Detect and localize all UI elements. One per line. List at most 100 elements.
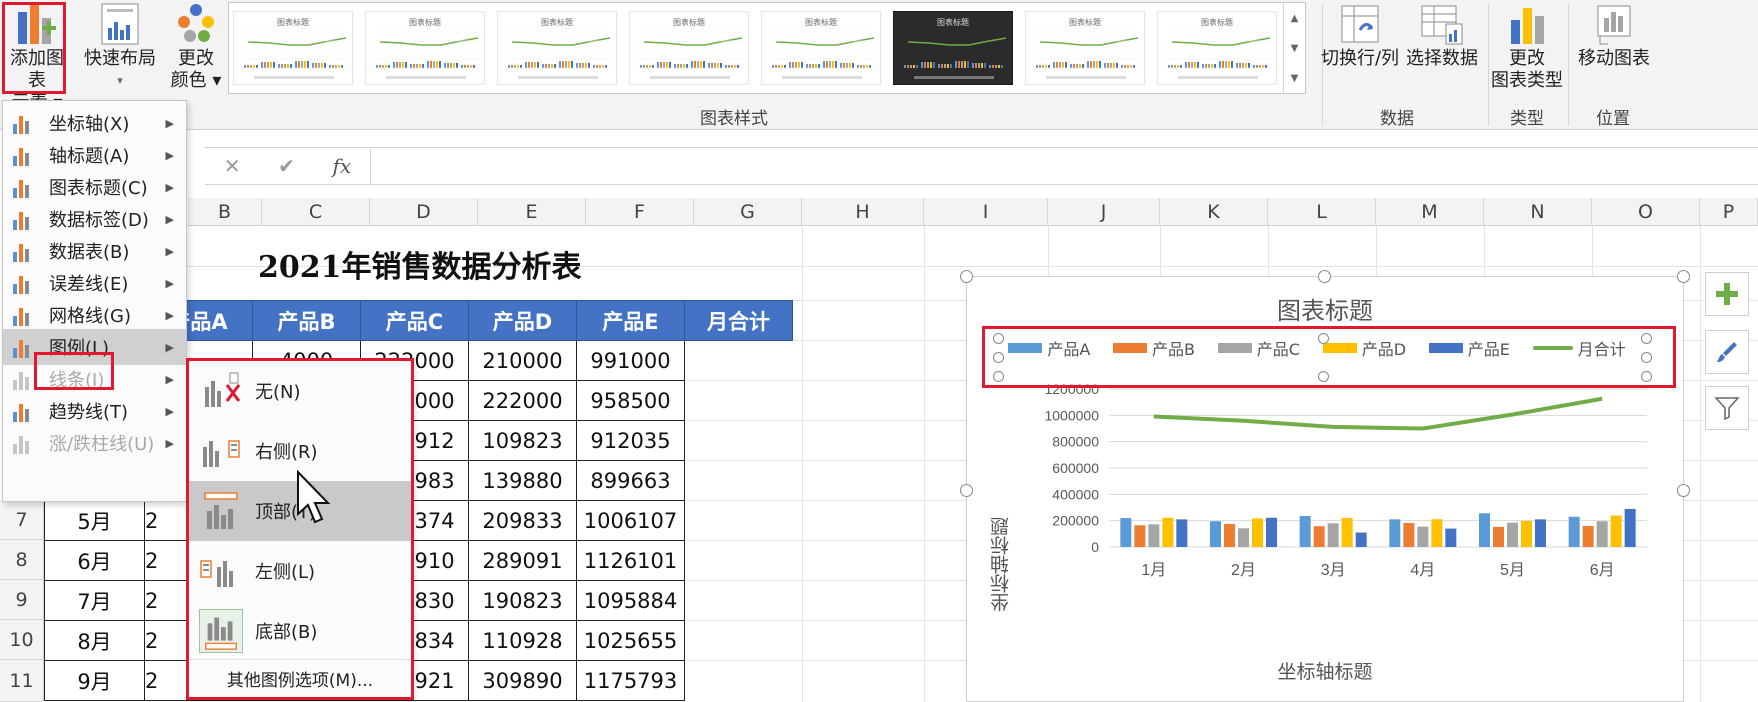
chart-style-3[interactable]: 图表标题	[497, 11, 617, 85]
insert-function-icon[interactable]: fx	[333, 154, 352, 178]
table-header-cell[interactable]: 产品C	[360, 300, 469, 341]
enter-icon[interactable]: ✔	[278, 154, 295, 178]
menu-item[interactable]: 轴标题(A) ▶	[3, 137, 186, 173]
table-cell[interactable]: 1025655	[576, 620, 685, 661]
table-cell[interactable]: 6月	[44, 540, 145, 581]
bar[interactable]	[1521, 520, 1532, 547]
table-cell[interactable]: 309890	[468, 660, 577, 701]
bar[interactable]	[1417, 526, 1429, 547]
cancel-icon[interactable]: ✕	[224, 154, 241, 178]
row-header[interactable]: 10	[0, 620, 44, 660]
bar[interactable]	[1582, 525, 1594, 547]
table-cell[interactable]: 222000	[468, 380, 577, 421]
x-axis-title[interactable]: 坐标轴标题	[967, 657, 1683, 684]
table-cell[interactable]: 210000	[468, 340, 577, 381]
table-cell[interactable]: 190823	[468, 580, 577, 621]
bar[interactable]	[1341, 517, 1353, 547]
bar[interactable]	[1162, 517, 1174, 547]
legend-resize-handle[interactable]	[1641, 371, 1652, 382]
switch-row-column-button[interactable]: 切换行/列	[1318, 0, 1402, 70]
bar[interactable]	[1507, 522, 1518, 547]
column-header[interactable]: N	[1484, 198, 1592, 226]
column-header[interactable]: G	[694, 198, 802, 226]
bar[interactable]	[1327, 523, 1339, 547]
y-axis-title[interactable]: 坐标轴标题	[987, 517, 1014, 612]
bar[interactable]	[1445, 528, 1457, 547]
chart-style-4[interactable]: 图表标题	[629, 11, 749, 85]
bar[interactable]	[1389, 519, 1401, 547]
bar[interactable]	[1224, 523, 1235, 547]
row-header[interactable]: 11	[0, 660, 44, 702]
bar[interactable]	[1535, 519, 1546, 547]
column-header[interactable]: D	[370, 198, 478, 226]
bar[interactable]	[1252, 518, 1263, 547]
table-cell[interactable]: 139880	[468, 460, 577, 501]
chart-style-7[interactable]: 图表标题	[1025, 11, 1145, 85]
legend-resize-handle[interactable]	[1641, 333, 1652, 344]
menu-item[interactable]: 误差线(E) ▶	[3, 265, 186, 301]
menu-item[interactable]: 坐标轴(X) ▶	[3, 105, 186, 141]
chart-resize-handle[interactable]	[1677, 484, 1690, 497]
column-header[interactable]: F	[586, 198, 694, 226]
legend-option-left[interactable]: 左侧(L)	[189, 541, 411, 601]
column-header[interactable]: O	[1592, 198, 1700, 226]
legend-resize-handle[interactable]	[1318, 333, 1329, 344]
column-header[interactable]: K	[1160, 198, 1268, 226]
bar[interactable]	[1299, 515, 1311, 547]
bar[interactable]	[1313, 526, 1325, 547]
table-cell[interactable]: 912035	[576, 420, 685, 461]
change-chart-type-button[interactable]: 更改 图表类型	[1488, 0, 1566, 92]
column-header[interactable]: M	[1376, 198, 1484, 226]
add-chart-element-button[interactable]: 添加图表 元素 ▾	[2, 0, 72, 114]
menu-item[interactable]: 线条(I) ▶	[3, 361, 186, 397]
bar[interactable]	[1238, 528, 1249, 547]
table-cell[interactable]: 7月	[44, 580, 145, 621]
bar[interactable]	[1210, 521, 1221, 547]
column-header[interactable]: L	[1268, 198, 1376, 226]
row-header[interactable]: 7	[0, 500, 44, 540]
gallery-down-icon[interactable]: ▼	[1291, 43, 1299, 54]
chart-style-1[interactable]: 图表标题	[233, 11, 353, 85]
chart-style-5[interactable]: 图表标题	[761, 11, 881, 85]
column-header[interactable]: E	[478, 198, 586, 226]
chart-resize-handle[interactable]	[1677, 270, 1690, 283]
move-chart-button[interactable]: 移动图表	[1572, 0, 1656, 70]
select-data-button[interactable]: 选择数据	[1400, 0, 1484, 70]
table-header-cell[interactable]: 月合计	[684, 300, 793, 341]
table-cell[interactable]: 991000	[576, 340, 685, 381]
bar[interactable]	[1479, 513, 1490, 547]
menu-item[interactable]: 趋势线(T) ▶	[3, 393, 186, 429]
table-cell[interactable]: 110928	[468, 620, 577, 661]
table-cell[interactable]: 1126101	[576, 540, 685, 581]
legend-resize-handle[interactable]	[993, 371, 1004, 382]
chart-resize-handle[interactable]	[960, 270, 973, 283]
menu-item[interactable]: 数据标签(D) ▶	[3, 201, 186, 237]
column-header[interactable]: I	[924, 198, 1048, 226]
table-cell[interactable]: 958500	[576, 380, 685, 421]
chart-resize-handle[interactable]	[1318, 270, 1331, 283]
table-cell[interactable]: 1006107	[576, 500, 685, 541]
column-header[interactable]: C	[262, 198, 370, 226]
bar[interactable]	[1610, 515, 1622, 547]
menu-item[interactable]: 图表标题(C) ▶	[3, 169, 186, 205]
bar[interactable]	[1355, 532, 1367, 547]
formula-input[interactable]	[381, 148, 1758, 184]
table-header-cell[interactable]: 产品D	[468, 300, 577, 341]
total-line[interactable]	[1153, 396, 1603, 431]
table-cell[interactable]: 8月	[44, 620, 145, 661]
menu-item[interactable]: 网格线(G) ▶	[3, 297, 186, 333]
table-header-cell[interactable]: 产品B	[252, 300, 361, 341]
chart-style-8[interactable]: 图表标题	[1157, 11, 1277, 85]
legend-resize-handle[interactable]	[1318, 371, 1329, 382]
row-header[interactable]: 8	[0, 540, 44, 580]
table-cell[interactable]: 109823	[468, 420, 577, 461]
column-header[interactable]: H	[802, 198, 924, 226]
table-cell[interactable]: 1095884	[576, 580, 685, 621]
column-header[interactable]: B	[188, 198, 262, 226]
menu-item[interactable]: 数据表(B) ▶	[3, 233, 186, 269]
row-header[interactable]: 9	[0, 580, 44, 620]
legend-resize-handle[interactable]	[993, 333, 1004, 344]
gallery-up-icon[interactable]: ▲	[1291, 13, 1299, 24]
bar[interactable]	[1568, 516, 1580, 547]
more-legend-options[interactable]: 其他图例选项(M)...	[189, 659, 411, 697]
